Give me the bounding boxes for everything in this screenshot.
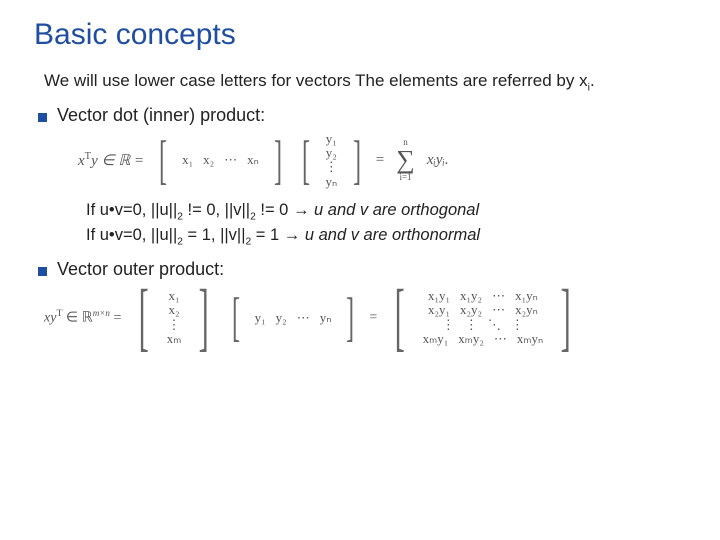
outer-eq2: = bbox=[369, 310, 377, 326]
outer-col-x: x₁ x₂ ⋮ xₘ bbox=[167, 289, 182, 346]
c1c: != 0 bbox=[256, 201, 293, 219]
ry2: y₂ bbox=[276, 310, 287, 326]
m13: x₂yₙ bbox=[515, 303, 538, 317]
row-x2: x₂ bbox=[203, 152, 214, 168]
m03: x₁yₙ bbox=[515, 289, 538, 303]
m12: ⋯ bbox=[492, 303, 505, 317]
inner-col-vector: y₁ y₂ ⋮ yₙ bbox=[325, 132, 338, 189]
slide: Basic concepts We will use lower case le… bbox=[0, 0, 720, 540]
slide-title: Basic concepts bbox=[34, 18, 692, 52]
m00: x₁y₁ bbox=[428, 289, 450, 303]
intro-text: We will use lower case letters for vecto… bbox=[44, 70, 684, 95]
summation-icon: n ∑ i=1 bbox=[396, 138, 415, 182]
intro-text-b: . bbox=[590, 71, 595, 90]
ry1: y₁ bbox=[255, 310, 266, 326]
left-bracket-icon: [ bbox=[395, 286, 405, 348]
c2b: = 1, ||v|| bbox=[183, 226, 246, 244]
left-bracket-icon: [ bbox=[159, 136, 167, 185]
m22: ⋱ bbox=[488, 318, 501, 332]
m31: xₘy₂ bbox=[458, 332, 484, 346]
inner-y: y ∈ ℝ = bbox=[91, 153, 144, 169]
outer-dim: m×n bbox=[93, 308, 110, 318]
inner-lhs: xTy ∈ ℝ = bbox=[78, 151, 144, 170]
ryd: ⋯ bbox=[297, 310, 310, 326]
m02: ⋯ bbox=[492, 289, 505, 303]
m21: ⋮ bbox=[465, 318, 478, 332]
col-y2: y₂ bbox=[326, 146, 337, 160]
cx1: x₁ bbox=[168, 289, 179, 303]
row-x1: x₁ bbox=[182, 152, 193, 168]
sum-body: xᵢyᵢ. bbox=[427, 152, 449, 169]
inner-x: x bbox=[78, 153, 85, 169]
m11: x₂y₂ bbox=[460, 303, 482, 317]
right-bracket-icon: ] bbox=[199, 286, 209, 348]
bullet-square-icon bbox=[38, 267, 47, 276]
c1a: If u•v=0, ||u|| bbox=[86, 201, 177, 219]
m33: xₘyₙ bbox=[517, 332, 543, 346]
m10: x₂y₁ bbox=[428, 303, 450, 317]
c2c: = 1 bbox=[251, 226, 284, 244]
equals-sign: = bbox=[376, 152, 384, 169]
c1d: u and v are bbox=[309, 201, 401, 219]
outer-matrix: x₁y₁ x₁y₂ ⋯ x₁yₙ x₂y₁ x₂y₂ ⋯ x₂yₙ ⋮ ⋮ ⋱ … bbox=[423, 289, 544, 346]
orthogonal-term: orthogonal bbox=[401, 201, 479, 219]
equation-outer-product: xyT ∈ ℝm×n = [ x₁ x₂ ⋮ xₘ ] [ y₁ y₂ ⋯ yₙ… bbox=[78, 286, 692, 348]
outer-eq1: = bbox=[110, 311, 121, 326]
m20: ⋮ bbox=[442, 318, 455, 332]
m32: ⋯ bbox=[494, 332, 507, 346]
sum-lower: i=1 bbox=[400, 173, 412, 182]
right-bracket-icon: ] bbox=[561, 286, 571, 348]
intro-text-a: We will use lower case letters for vecto… bbox=[44, 71, 588, 90]
orthonormal-term: orthonormal bbox=[392, 226, 480, 244]
left-bracket-icon: [ bbox=[139, 286, 149, 348]
m30: xₘy₁ bbox=[423, 332, 449, 346]
sigma-icon: ∑ bbox=[396, 147, 415, 173]
cxd: ⋮ bbox=[168, 318, 181, 332]
right-bracket-icon: ] bbox=[353, 136, 361, 185]
left-bracket-icon: [ bbox=[302, 136, 310, 185]
c2a: If u•v=0, ||u|| bbox=[86, 226, 177, 244]
col-yn: yₙ bbox=[325, 175, 337, 189]
m01: x₁y₂ bbox=[460, 289, 482, 303]
right-bracket-icon: ] bbox=[346, 293, 354, 342]
arrow-icon: → bbox=[293, 201, 310, 219]
inner-row-vector: x₁ x₂ ⋯ xₙ bbox=[182, 152, 259, 168]
right-bracket-icon: ] bbox=[274, 136, 282, 185]
bullet-square-icon bbox=[38, 113, 47, 122]
outer-xy: xy bbox=[44, 311, 56, 326]
condition-orthonormal: If u•v=0, ||u||2 = 1, ||v||2 = 1 → u and… bbox=[86, 226, 692, 247]
col-y1: y₁ bbox=[326, 132, 337, 146]
condition-orthogonal: If u•v=0, ||u||2 != 0, ||v||2 != 0 → u a… bbox=[86, 201, 692, 222]
cx2: x₂ bbox=[168, 303, 179, 317]
outer-row-y: y₁ y₂ ⋯ yₙ bbox=[255, 310, 332, 326]
equation-inner-product: xTy ∈ ℝ = [ x₁ x₂ ⋯ xₙ ] [ y₁ y₂ ⋮ yₙ ] … bbox=[78, 132, 692, 189]
ryn: yₙ bbox=[320, 310, 332, 326]
arrow-icon: → bbox=[284, 226, 301, 244]
c1b: != 0, ||v|| bbox=[183, 201, 250, 219]
cxm: xₘ bbox=[167, 332, 182, 346]
bullet-inner-product: Vector dot (inner) product: bbox=[38, 105, 692, 126]
col-dots: ⋮ bbox=[325, 160, 338, 174]
bullet-inner-label: Vector dot (inner) product: bbox=[57, 105, 265, 126]
bullet-outer-product: Vector outer product: bbox=[38, 259, 692, 280]
left-bracket-icon: [ bbox=[232, 293, 240, 342]
outer-lhs: xyT ∈ ℝm×n = bbox=[44, 308, 121, 327]
row-xn: xₙ bbox=[247, 152, 259, 168]
row-dots: ⋯ bbox=[224, 152, 237, 168]
outer-R: ∈ ℝ bbox=[62, 311, 92, 326]
c2d: u and v are bbox=[300, 226, 392, 244]
m23: ⋮ bbox=[511, 318, 524, 332]
